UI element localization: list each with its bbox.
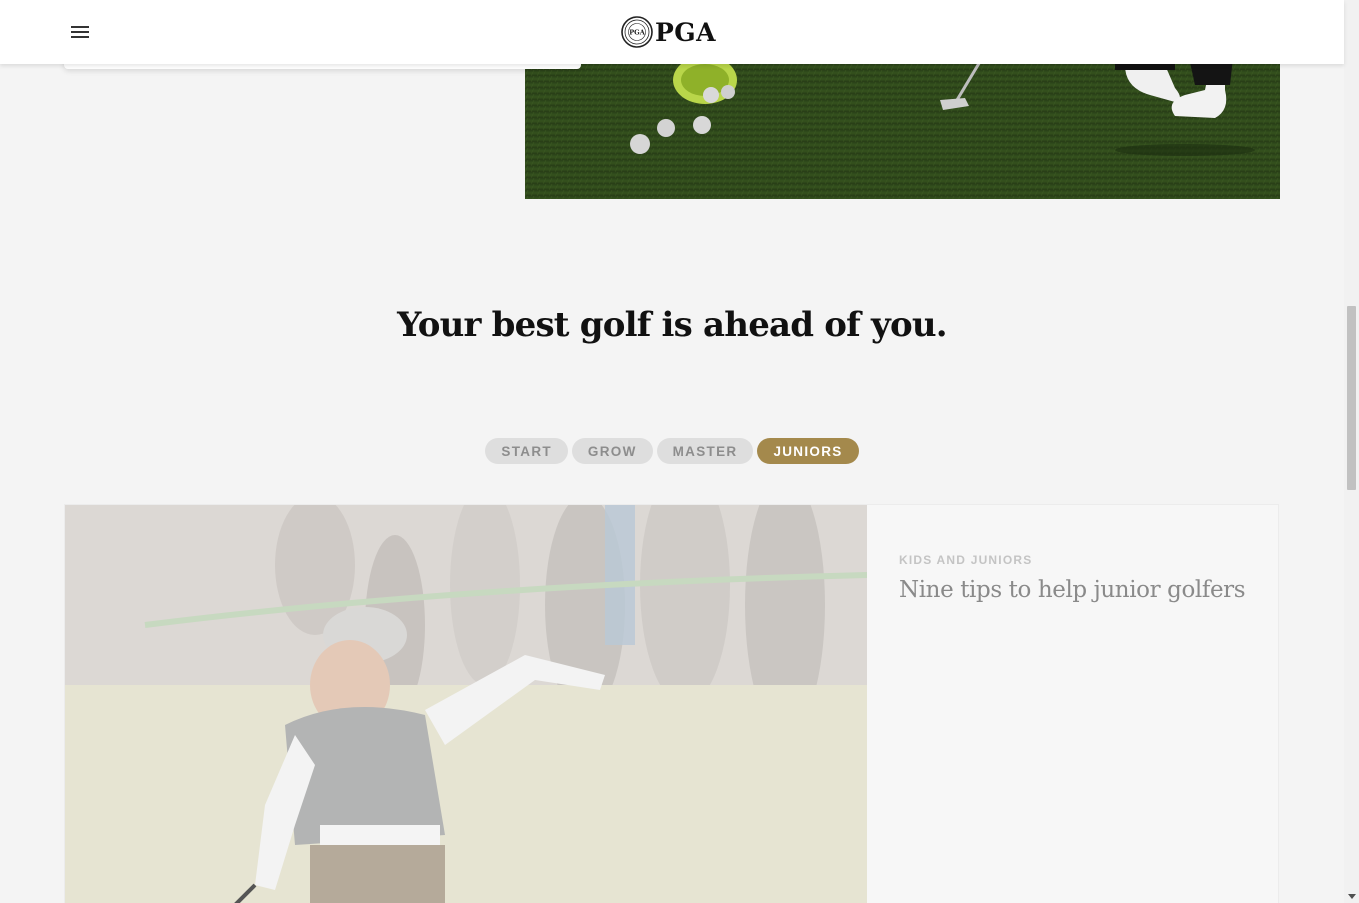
scrollbar-thumb[interactable] <box>1347 306 1356 490</box>
pga-logo[interactable]: PGA PGA <box>621 16 716 48</box>
page: PGA PGA Your best golf is ahead of you. … <box>0 0 1359 903</box>
logo-text: PGA <box>655 17 717 47</box>
article-body: KIDS AND JUNIORS Nine tips to help junio… <box>867 505 1278 903</box>
site-header: PGA PGA <box>0 0 1344 64</box>
pga-seal-icon: PGA <box>621 16 653 48</box>
category-tabs: START GROW MASTER JUNIORS <box>0 438 1344 464</box>
menu-button[interactable] <box>64 16 96 48</box>
junior-golfer-image <box>65 505 867 903</box>
scroll-down-arrow-icon[interactable] <box>1347 892 1356 901</box>
tab-juniors[interactable]: JUNIORS <box>757 438 859 464</box>
article-title[interactable]: Nine tips to help junior golfers <box>899 577 1246 603</box>
section-title: Your best golf is ahead of you. <box>397 305 947 345</box>
logo-badge-text: PGA <box>629 29 645 37</box>
tab-start[interactable]: START <box>485 438 568 464</box>
article-category[interactable]: KIDS AND JUNIORS <box>899 553 1246 567</box>
tab-master[interactable]: MASTER <box>656 438 754 464</box>
hamburger-menu-icon <box>71 26 89 38</box>
vertical-scrollbar[interactable] <box>1344 0 1359 903</box>
tab-grow[interactable]: GROW <box>571 438 653 464</box>
article-card[interactable]: KIDS AND JUNIORS Nine tips to help junio… <box>64 504 1279 903</box>
